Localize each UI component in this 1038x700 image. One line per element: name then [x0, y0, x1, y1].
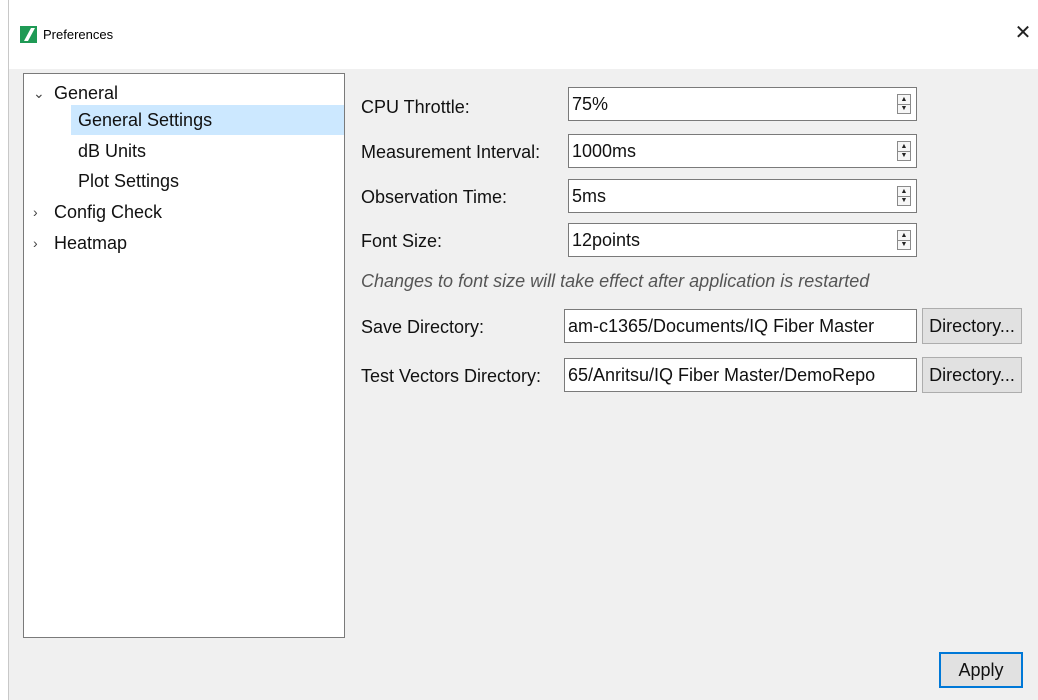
test-vectors-directory-value[interactable]: 65/Anritsu/IQ Fiber Master/DemoRepo	[568, 359, 875, 391]
spin-down-icon[interactable]: ▼	[898, 151, 910, 160]
observation-time-label: Observation Time:	[361, 187, 508, 207]
save-directory-field[interactable]: am-c1365/Documents/IQ Fiber Master	[564, 309, 917, 343]
cpu-throttle-label: CPU Throttle:	[361, 97, 470, 117]
close-button[interactable]: ✕	[1008, 18, 1038, 48]
preferences-window: Preferences ✕ ⌄ General General Settings…	[8, 0, 1038, 700]
tree-item-label: Config Check	[54, 202, 163, 222]
font-size-spinbox[interactable]: 12points ▲ ▼	[568, 223, 917, 257]
tree-item-plot-settings[interactable]: Plot Settings	[24, 166, 344, 196]
cpu-throttle-spinbox[interactable]: 75% ▲ ▼	[568, 87, 917, 121]
observation-time-value[interactable]: 5ms	[572, 180, 606, 212]
tree-item-label: Plot Settings	[78, 171, 180, 191]
chevron-right-icon[interactable]: ›	[33, 197, 45, 227]
spin-buttons: ▲ ▼	[897, 186, 911, 206]
cpu-throttle-value[interactable]: 75%	[572, 88, 608, 120]
chevron-down-icon[interactable]: ⌄	[33, 78, 45, 108]
tree-item-heatmap[interactable]: › Heatmap	[24, 228, 344, 258]
chevron-right-icon[interactable]: ›	[33, 228, 45, 258]
tree-item-label: Heatmap	[54, 233, 128, 253]
anritsu-logo-icon	[20, 26, 37, 43]
font-size-restart-note: Changes to font size will take effect af…	[361, 271, 870, 291]
spin-buttons: ▲ ▼	[897, 230, 911, 250]
font-size-label: Font Size:	[361, 231, 443, 251]
test-vectors-directory-label: Test Vectors Directory:	[361, 366, 542, 386]
tree-item-config-check[interactable]: › Config Check	[24, 197, 344, 227]
spin-buttons: ▲ ▼	[897, 94, 911, 114]
tree-item-general[interactable]: ⌄ General	[24, 78, 344, 108]
test-vectors-directory-browse-button[interactable]: Directory...	[922, 357, 1022, 393]
close-icon: ✕	[1014, 22, 1032, 44]
spin-down-icon[interactable]: ▼	[898, 196, 910, 205]
measurement-interval-label: Measurement Interval:	[361, 142, 541, 162]
tree-item-general-settings[interactable]: General Settings	[24, 105, 344, 135]
spin-down-icon[interactable]: ▼	[898, 240, 910, 249]
title-bar: Preferences ✕	[9, 0, 1038, 69]
spin-buttons: ▲ ▼	[897, 141, 911, 161]
measurement-interval-value[interactable]: 1000ms	[572, 135, 636, 167]
observation-time-spinbox[interactable]: 5ms ▲ ▼	[568, 179, 917, 213]
tree-item-label: General	[54, 83, 119, 103]
apply-button[interactable]: Apply	[939, 652, 1023, 688]
measurement-interval-spinbox[interactable]: 1000ms ▲ ▼	[568, 134, 917, 168]
window-title: Preferences	[43, 27, 114, 42]
save-directory-value[interactable]: am-c1365/Documents/IQ Fiber Master	[568, 310, 874, 342]
settings-tree: ⌄ General General Settings dB Units Plot…	[23, 73, 345, 638]
test-vectors-directory-field[interactable]: 65/Anritsu/IQ Fiber Master/DemoRepo	[564, 358, 917, 392]
spin-down-icon[interactable]: ▼	[898, 104, 910, 113]
tree-item-label: dB Units	[78, 141, 147, 161]
font-size-value[interactable]: 12points	[572, 224, 640, 256]
save-directory-browse-button[interactable]: Directory...	[922, 308, 1022, 344]
save-directory-label: Save Directory:	[361, 317, 485, 337]
tree-item-db-units[interactable]: dB Units	[24, 136, 344, 166]
tree-item-label: General Settings	[78, 110, 213, 130]
